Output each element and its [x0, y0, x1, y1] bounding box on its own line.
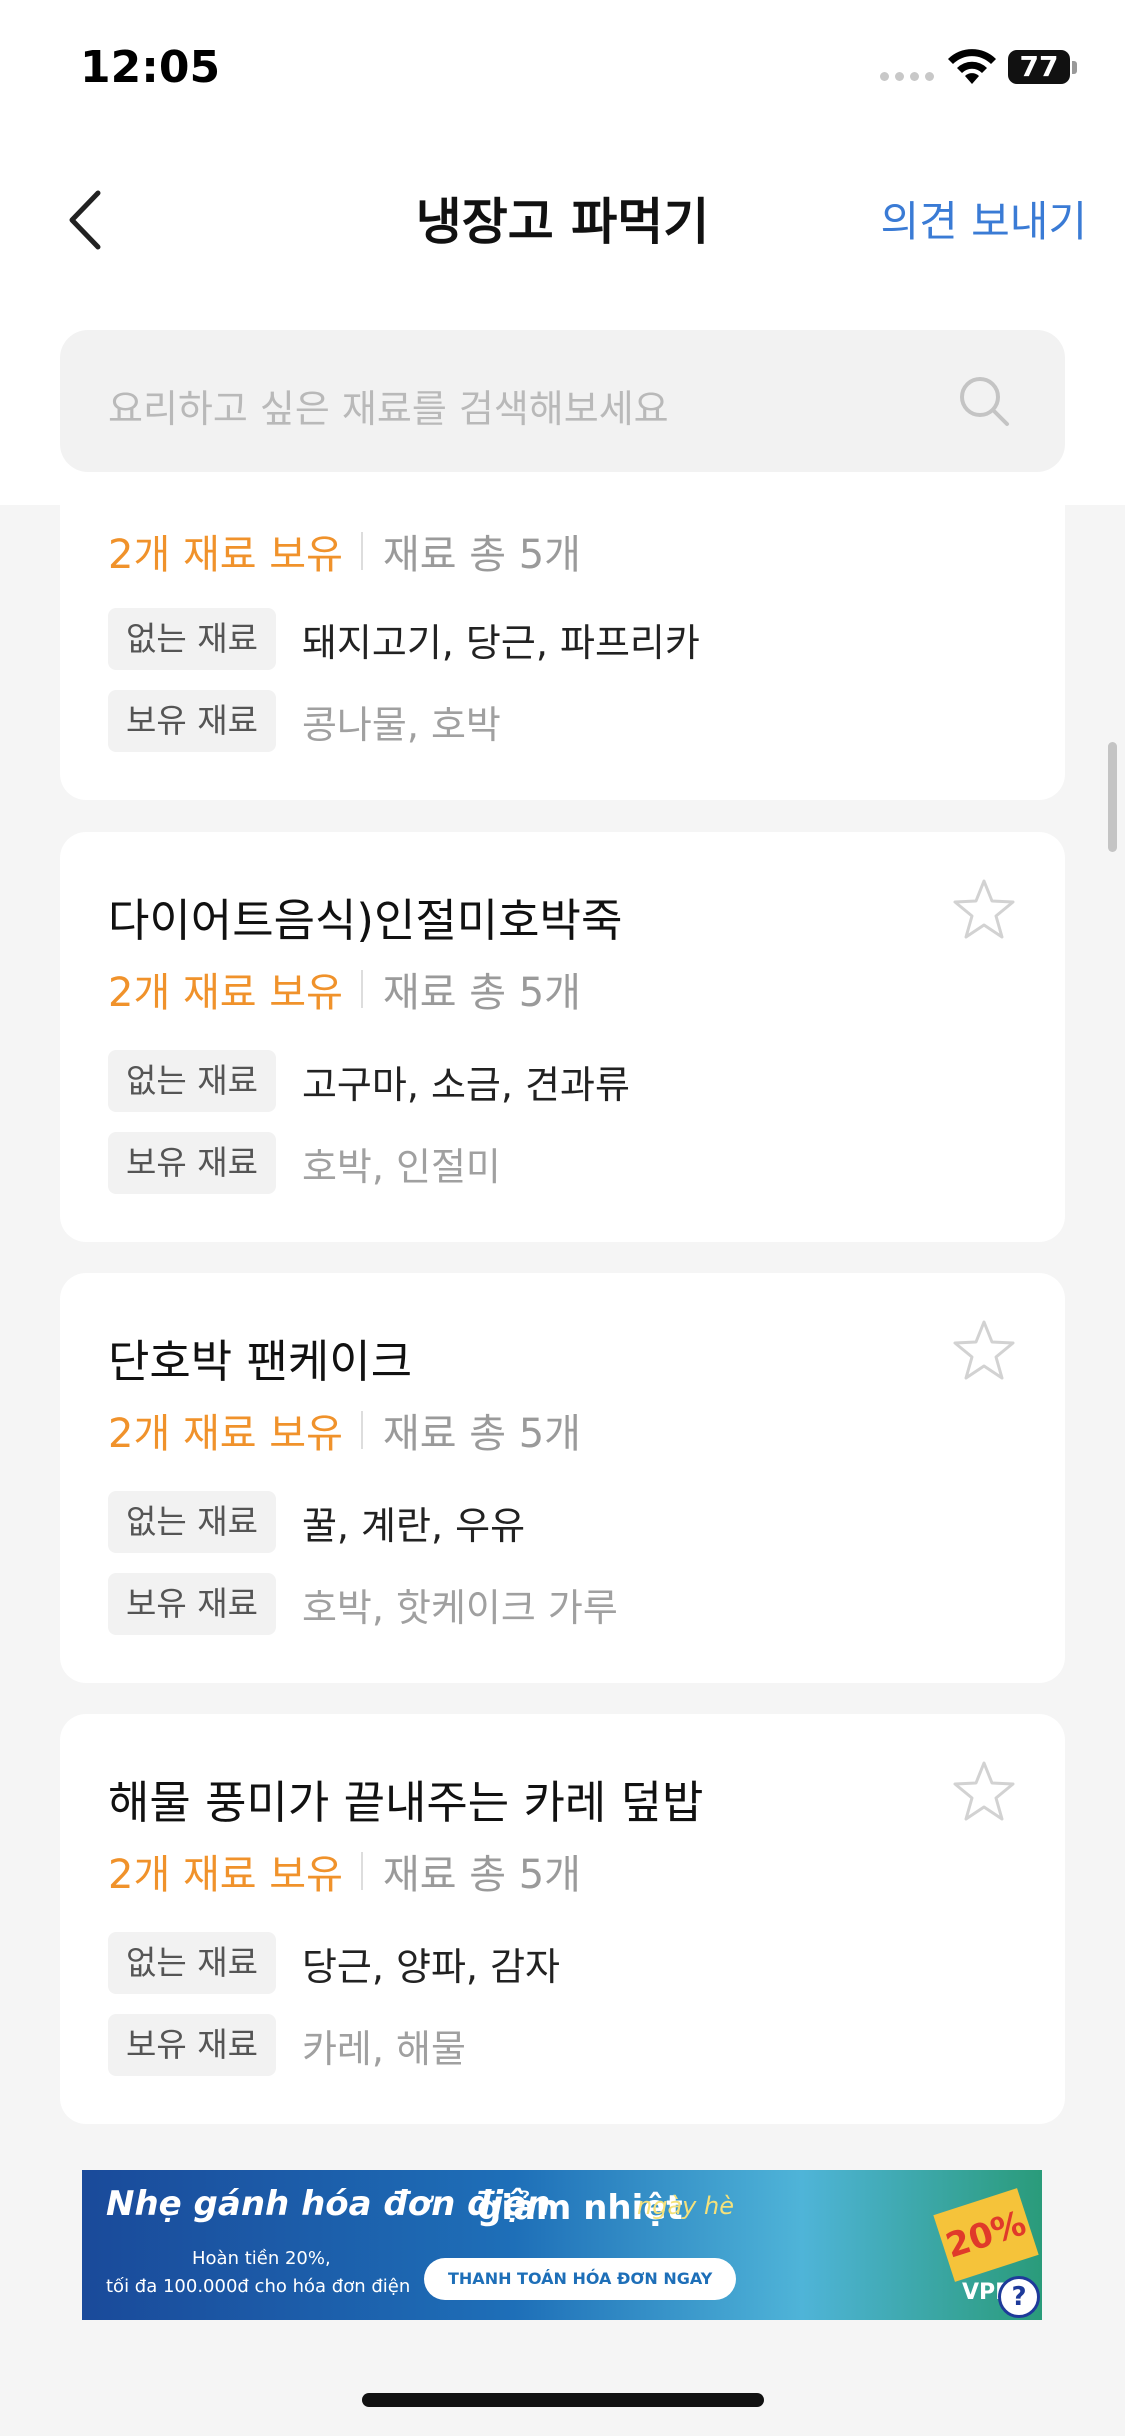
recipe-title: 해물 풍미가 끝내주는 카레 덮밥 [108, 1776, 704, 1829]
missing-ingredients-row: 없는 재료 꿀, 계란, 우유 [108, 1491, 525, 1553]
missing-ingredients: 당근, 양파, 감자 [301, 1944, 561, 1989]
ad-headline-3: ngày hè [637, 2192, 734, 2220]
recipe-card[interactable]: 해물 풍미가 끝내주는 카레 덮밥 2개 재료 보유 재료 총 5개 없는 재료… [60, 1714, 1065, 2124]
missing-ingredients-row: 없는 재료 당근, 양파, 감자 [108, 1932, 560, 1994]
ad-subtext-2: tối đa 100.000đ cho hóa đơn điện [106, 2276, 411, 2297]
total-count: 재료 총 5개 [382, 532, 581, 578]
ad-discount-badge: 20% [933, 2188, 1039, 2282]
battery-level: 77 [1008, 50, 1070, 84]
recipe-card[interactable]: 단호박 팬케이크 2개 재료 보유 재료 총 5개 없는 재료 꿀, 계란, 우… [60, 1273, 1065, 1683]
ingredient-summary: 2개 재료 보유 재료 총 5개 [108, 1401, 581, 1459]
missing-ingredients-row: 없는 재료 고구마, 소금, 견과류 [108, 1050, 630, 1112]
total-count: 재료 총 5개 [382, 1852, 581, 1898]
cellular-signal-icon [880, 72, 934, 81]
missing-label: 없는 재료 [108, 1491, 276, 1553]
ingredient-summary: 2개 재료 보유 재료 총 5개 [108, 522, 581, 580]
recipe-title: 다이어트음식)인절미호박죽 [108, 894, 623, 947]
missing-ingredients: 돼지고기, 당근, 파프리카 [301, 620, 700, 665]
missing-ingredients-row: 없는 재료 돼지고기, 당근, 파프리카 [108, 608, 700, 670]
have-label: 보유 재료 [108, 690, 276, 752]
scrollbar[interactable] [1108, 742, 1117, 852]
ingredient-summary: 2개 재료 보유 재료 총 5개 [108, 960, 581, 1018]
owned-count: 2개 재료 보유 [108, 532, 343, 578]
search-bar[interactable]: 요리하고 싶은 재료를 검색해보세요 [60, 330, 1065, 472]
star-outline-icon[interactable] [951, 877, 1017, 943]
ad-cta-button[interactable]: THANH TOÁN HÓA ĐƠN NGAY [424, 2258, 737, 2300]
send-feedback-button[interactable]: 의견 보내기 [880, 188, 1087, 249]
owned-ingredients: 호박, 핫케이크 가루 [301, 1585, 618, 1630]
total-count: 재료 총 5개 [382, 970, 581, 1016]
owned-count: 2개 재료 보유 [108, 1852, 343, 1898]
missing-label: 없는 재료 [108, 608, 276, 670]
ad-banner[interactable]: Nhẹ gánh hóa đơn điện giảm nhiệt ngày hè… [82, 2170, 1042, 2320]
search-icon[interactable] [955, 372, 1013, 430]
owned-ingredients: 호박, 인절미 [301, 1144, 501, 1189]
recipe-card[interactable]: 2개 재료 보유 재료 총 5개 없는 재료 돼지고기, 당근, 파프리카 보유… [60, 480, 1065, 800]
star-outline-icon[interactable] [951, 1759, 1017, 1825]
recipe-card[interactable]: 다이어트음식)인절미호박죽 2개 재료 보유 재료 총 5개 없는 재료 고구마… [60, 832, 1065, 1242]
owned-ingredients-row: 보유 재료 콩나물, 호박 [108, 690, 501, 752]
total-count: 재료 총 5개 [382, 1411, 581, 1457]
owned-count: 2개 재료 보유 [108, 970, 343, 1016]
missing-label: 없는 재료 [108, 1932, 276, 1994]
have-label: 보유 재료 [108, 1573, 276, 1635]
missing-label: 없는 재료 [108, 1050, 276, 1112]
battery-icon: 77 [1008, 50, 1078, 86]
owned-ingredients: 콩나물, 호박 [301, 702, 501, 747]
owned-count: 2개 재료 보유 [108, 1411, 343, 1457]
ad-subtext: Hoàn tiền 20%, [192, 2248, 331, 2269]
owned-ingredients-row: 보유 재료 호박, 인절미 [108, 1132, 501, 1194]
owned-ingredients-row: 보유 재료 카레, 해물 [108, 2014, 466, 2076]
wifi-icon [948, 49, 996, 84]
status-time: 12:05 [80, 42, 221, 93]
ingredient-summary: 2개 재료 보유 재료 총 5개 [108, 1842, 581, 1900]
owned-ingredients-row: 보유 재료 호박, 핫케이크 가루 [108, 1573, 618, 1635]
recipe-title: 단호박 팬케이크 [108, 1335, 413, 1388]
status-bar: 12:05 77 [0, 0, 1125, 130]
have-label: 보유 재료 [108, 1132, 276, 1194]
missing-ingredients: 꿀, 계란, 우유 [301, 1503, 526, 1548]
home-indicator[interactable] [362, 2393, 764, 2407]
have-label: 보유 재료 [108, 2014, 276, 2076]
header: 냉장고 파먹기 의견 보내기 요리하고 싶은 재료를 검색해보세요 [0, 130, 1125, 505]
missing-ingredients: 고구마, 소금, 견과류 [301, 1062, 630, 1107]
star-outline-icon[interactable] [951, 1318, 1017, 1384]
owned-ingredients: 카레, 해물 [301, 2026, 466, 2071]
help-icon[interactable]: ? [998, 2276, 1040, 2318]
search-input[interactable]: 요리하고 싶은 재료를 검색해보세요 [108, 378, 669, 433]
